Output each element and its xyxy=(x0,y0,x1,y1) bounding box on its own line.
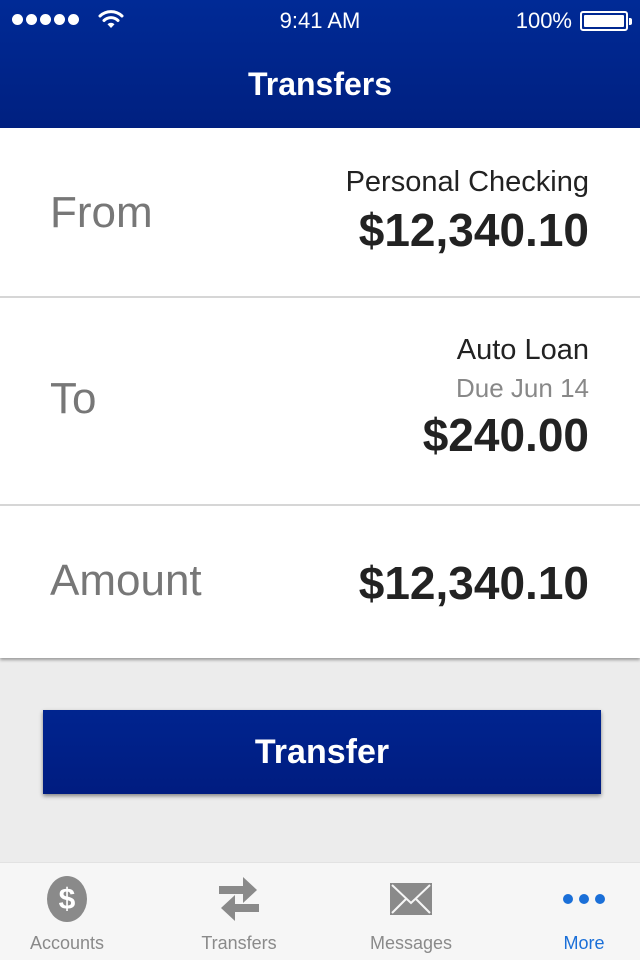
from-account-row[interactable]: From Personal Checking $12,340.10 xyxy=(0,128,640,298)
more-dots-icon xyxy=(563,894,605,904)
tab-transfers[interactable]: Transfers xyxy=(159,863,319,960)
tab-bar: $ Accounts Transfers Messages More xyxy=(0,862,640,960)
to-account-amount: $240.00 xyxy=(422,409,589,461)
page-title: Transfers xyxy=(247,66,393,102)
to-label: To xyxy=(50,374,97,423)
transfer-button[interactable]: Transfer xyxy=(43,710,601,794)
battery-percentage: 100% xyxy=(515,8,572,33)
tab-label: More xyxy=(563,933,605,953)
amount-value[interactable]: $12,340.10 xyxy=(359,556,589,610)
status-bar: 9:41 AM 100% xyxy=(0,0,640,40)
nav-header: 9:41 AM 100% Transfers xyxy=(0,0,640,128)
from-account-name: Personal Checking xyxy=(345,166,589,198)
envelope-icon xyxy=(390,883,432,915)
amount-row[interactable]: Amount $12,340.10 xyxy=(0,506,640,658)
tab-messages[interactable]: Messages xyxy=(331,863,491,960)
tab-more[interactable]: More xyxy=(504,863,640,960)
from-label: From xyxy=(50,188,153,237)
tab-label: Messages xyxy=(369,933,453,953)
svg-text:$: $ xyxy=(59,883,76,916)
amount-label: Amount xyxy=(50,556,202,605)
transfer-form: From Personal Checking $12,340.10 To Aut… xyxy=(0,128,640,658)
tab-label: Transfers xyxy=(201,933,277,953)
to-account-row[interactable]: To Auto Loan Due Jun 14 $240.00 xyxy=(0,298,640,506)
to-account-name: Auto Loan xyxy=(456,334,589,366)
tab-label: Accounts xyxy=(29,933,105,953)
transfer-arrows-icon xyxy=(219,877,259,921)
from-account-balance: $12,340.10 xyxy=(358,204,589,256)
tab-accounts[interactable]: $ Accounts xyxy=(0,863,147,960)
to-account-due-date: Due Jun 14 xyxy=(456,373,589,403)
battery-icon xyxy=(580,11,632,31)
dollar-circle-icon: $ xyxy=(47,876,87,922)
